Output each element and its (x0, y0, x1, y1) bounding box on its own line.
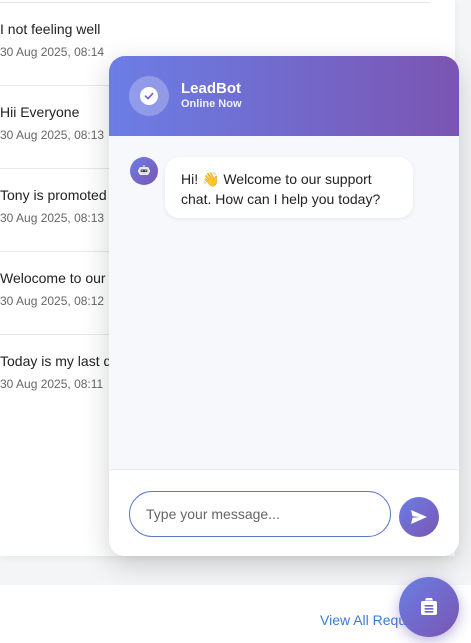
chat-toggle-button[interactable] (399, 577, 459, 637)
robot-icon (130, 157, 158, 185)
chat-widget: LeadBot Online Now Hi! 👋 Welcome to our … (109, 56, 459, 556)
message-input[interactable] (129, 491, 391, 537)
item-title: I not feeling well (0, 21, 101, 37)
document-icon (421, 598, 437, 615)
item-time: 30 Aug 2025, 08:13 (0, 128, 105, 142)
item-title: Hii Everyone (0, 104, 80, 120)
page: I not feeling well 30 Aug 2025, 08:14 Hi… (0, 0, 471, 643)
bot-avatar (129, 76, 169, 116)
chat-messages: Hi! 👋 Welcome to our support chat. How c… (109, 136, 459, 469)
send-icon (411, 510, 427, 524)
view-all-link[interactable]: View All Requ (320, 612, 406, 628)
item-time: 30 Aug 2025, 08:12 (0, 294, 105, 308)
chat-composer (109, 469, 459, 556)
item-time: 30 Aug 2025, 08:11 (0, 377, 104, 391)
chat-header: LeadBot Online Now (109, 56, 459, 136)
item-title: Welocome to our (0, 270, 106, 286)
item-time: 30 Aug 2025, 08:13 (0, 211, 105, 225)
check-circle-icon (140, 87, 158, 105)
bot-status: Online Now (181, 98, 242, 110)
item-title: Tony is promoted (0, 187, 107, 203)
message-line: Hi! 👋 Welcome to our support (181, 171, 372, 187)
item-time: 30 Aug 2025, 08:14 (0, 45, 105, 59)
bot-name: LeadBot (181, 80, 241, 97)
bot-message: Hi! 👋 Welcome to our support chat. How c… (165, 157, 413, 218)
message-line: chat. How can I help you today? (181, 191, 381, 207)
item-title: Today is my last da (0, 353, 120, 369)
send-button[interactable] (399, 497, 439, 537)
